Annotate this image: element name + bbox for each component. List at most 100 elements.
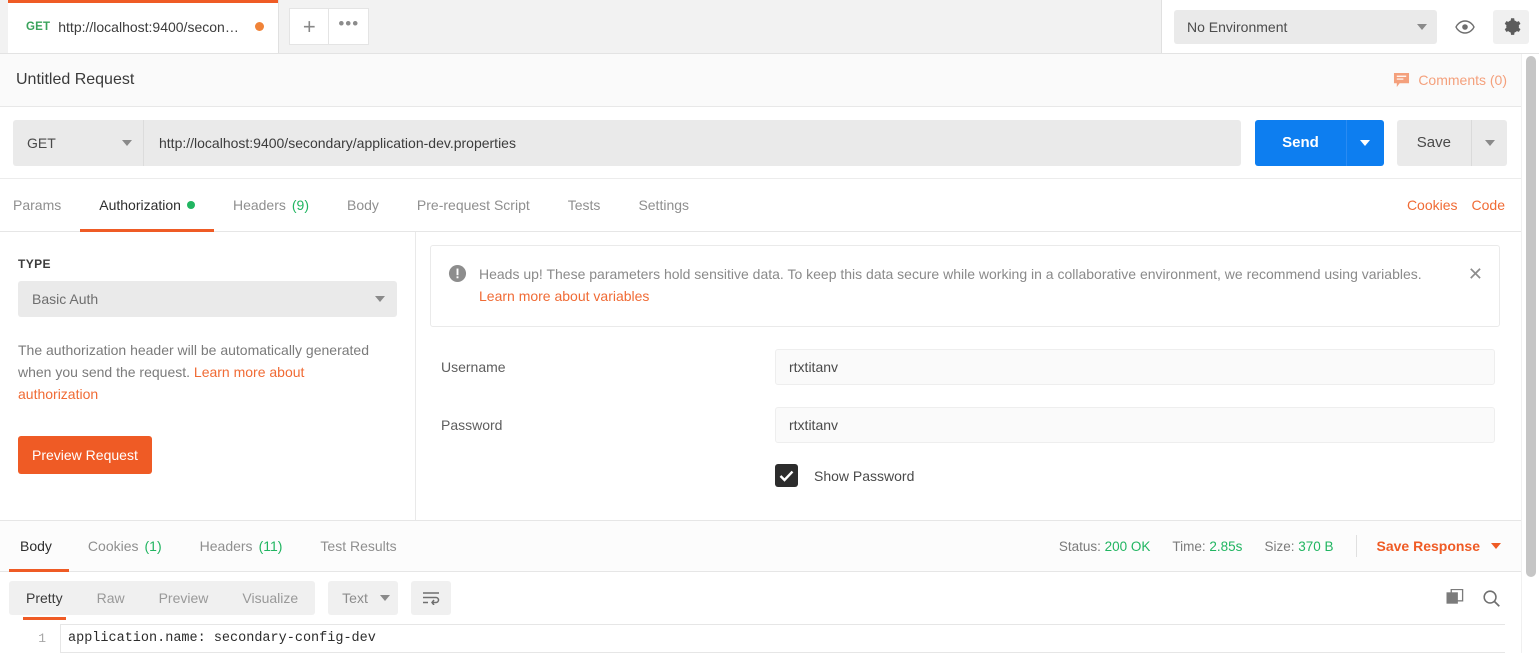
code-link[interactable]: Code	[1472, 197, 1505, 213]
gear-icon	[1502, 17, 1521, 36]
tab-label: Headers	[232, 197, 286, 213]
tab-pre-request-script[interactable]: Pre-request Script	[398, 179, 549, 231]
tab-settings[interactable]: Settings	[619, 179, 708, 231]
time-label: Time:	[1172, 538, 1206, 554]
sensitive-data-warning: Heads up! These parameters hold sensitiv…	[430, 245, 1500, 327]
request-tabs-actions: Cookies Code	[1407, 179, 1521, 231]
auth-configured-dot	[186, 201, 195, 209]
status-meta: Status: 200 OK	[1059, 539, 1151, 554]
eye-icon	[1455, 19, 1475, 34]
status-value: 200 OK	[1104, 538, 1151, 554]
copy-button[interactable]	[1446, 589, 1465, 607]
code-line[interactable]: application.name: secondary-config-dev	[60, 624, 1505, 653]
response-meta: Status: 200 OK Time: 2.85s Size: 370 B S…	[1059, 521, 1521, 571]
tab-label: Pre-request Script	[416, 197, 530, 213]
auth-type-column: TYPE Basic Auth The authorization header…	[0, 232, 416, 520]
environment-quick-look-button[interactable]	[1447, 10, 1483, 44]
password-label: Password	[441, 417, 503, 433]
close-icon[interactable]: ✕	[1468, 265, 1483, 283]
environment-label: No Environment	[1187, 18, 1288, 35]
variables-learn-more-link[interactable]: Learn more about variables	[479, 288, 649, 304]
settings-button[interactable]	[1493, 9, 1529, 44]
auth-fields-column: Heads up! These parameters hold sensitiv…	[416, 232, 1522, 520]
view-visualize[interactable]: Visualize	[225, 581, 315, 615]
auth-type-selector[interactable]: Basic Auth	[18, 281, 397, 317]
chevron-down-icon	[379, 595, 390, 601]
line-number: 1	[38, 631, 46, 646]
response-tab-test-results[interactable]: Test Results	[301, 521, 415, 571]
save-response-label: Save Response	[1376, 538, 1481, 554]
tab-label: Cookies	[87, 538, 139, 554]
save-button[interactable]: Save	[1396, 119, 1471, 166]
auth-type-value: Basic Auth	[32, 291, 99, 307]
url-input[interactable]	[144, 119, 1242, 166]
wrap-lines-button[interactable]	[410, 581, 451, 615]
tab-headers[interactable]: Headers (9)	[214, 179, 328, 231]
cookies-link[interactable]: Cookies	[1407, 197, 1458, 213]
preview-request-button[interactable]: Preview Request	[18, 436, 152, 474]
username-row: Username	[430, 349, 1500, 385]
size-label: Size:	[1264, 538, 1295, 554]
username-input[interactable]	[775, 349, 1495, 385]
tab-authorization[interactable]: Authorization	[80, 179, 214, 232]
vertical-scrollbar-thumb[interactable]	[1526, 56, 1536, 577]
size-meta: Size: 370 B	[1264, 539, 1333, 554]
save-group: Save	[1396, 119, 1507, 166]
tab-body[interactable]: Body	[328, 179, 398, 231]
chevron-down-icon	[1491, 543, 1501, 549]
warning-message: Heads up! These parameters hold sensitiv…	[479, 266, 1422, 282]
tab-label: Authorization	[99, 197, 181, 213]
chevron-down-icon	[1360, 139, 1371, 146]
comments-button[interactable]: Comments (0)	[1393, 72, 1507, 88]
body-view-switcher: Pretty Raw Preview Visualize	[9, 581, 316, 620]
body-toolbar-actions	[1446, 589, 1501, 608]
tab-params[interactable]: Params	[13, 179, 80, 231]
request-name[interactable]: Untitled Request	[16, 71, 134, 89]
tab-badge: (11)	[258, 538, 283, 554]
tab-bar: GET http://localhost:9400/secondar... + …	[0, 0, 1539, 54]
tab-label: Headers	[199, 538, 253, 554]
request-tab[interactable]: GET http://localhost:9400/secondar...	[8, 0, 280, 53]
save-options-button[interactable]	[1471, 119, 1507, 166]
search-button[interactable]	[1482, 589, 1501, 608]
size-value: 370 B	[1298, 538, 1334, 554]
tab-label: Test Results	[320, 538, 397, 554]
tab-label: Body	[347, 197, 379, 213]
request-tabs: Params Authorization Headers (9) Body Pr…	[0, 179, 1521, 232]
chevron-down-icon	[1417, 23, 1427, 30]
response-tab-cookies[interactable]: Cookies (1)	[69, 521, 181, 571]
response-bar: Body Cookies (1) Headers (11) Test Resul…	[0, 520, 1521, 572]
status-label: Status:	[1058, 538, 1101, 554]
password-input[interactable]	[775, 407, 1495, 443]
view-pretty[interactable]: Pretty	[9, 581, 80, 620]
time-meta: Time: 2.85s	[1172, 539, 1242, 554]
environment-area: No Environment	[1161, 0, 1539, 53]
url-bar: GET Send Save	[0, 107, 1521, 179]
response-tab-body[interactable]: Body	[9, 521, 69, 572]
new-tab-button[interactable]: +	[289, 8, 330, 45]
view-raw[interactable]: Raw	[80, 581, 142, 615]
comments-label: Comments (0)	[1418, 72, 1507, 88]
show-password-checkbox[interactable]	[775, 464, 798, 487]
send-options-button[interactable]	[1345, 119, 1384, 166]
tab-badge: (1)	[144, 538, 162, 554]
warning-text: Heads up! These parameters hold sensitiv…	[479, 263, 1456, 307]
environment-selector[interactable]: No Environment	[1174, 9, 1437, 44]
response-tab-headers[interactable]: Headers (11)	[181, 521, 302, 571]
show-password-label: Show Password	[814, 467, 915, 484]
view-preview[interactable]: Preview	[142, 581, 226, 615]
http-method-selector[interactable]: GET	[13, 119, 144, 166]
tab-options-button[interactable]: •••	[329, 8, 370, 45]
postman-window: GET http://localhost:9400/secondar... + …	[0, 0, 1539, 653]
body-format-selector[interactable]: Text	[328, 581, 398, 615]
chevron-down-icon	[1484, 139, 1495, 146]
alert-circle-icon	[448, 264, 467, 283]
save-response-button[interactable]: Save Response	[1376, 538, 1501, 554]
show-password-row: Show Password	[430, 464, 1500, 487]
body-format-value: Text	[342, 590, 368, 606]
comment-icon	[1393, 72, 1410, 88]
unsaved-changes-dot	[255, 22, 265, 31]
send-button[interactable]: Send	[1255, 119, 1346, 166]
tab-tests[interactable]: Tests	[549, 179, 620, 231]
vertical-scrollbar[interactable]	[1521, 54, 1539, 653]
